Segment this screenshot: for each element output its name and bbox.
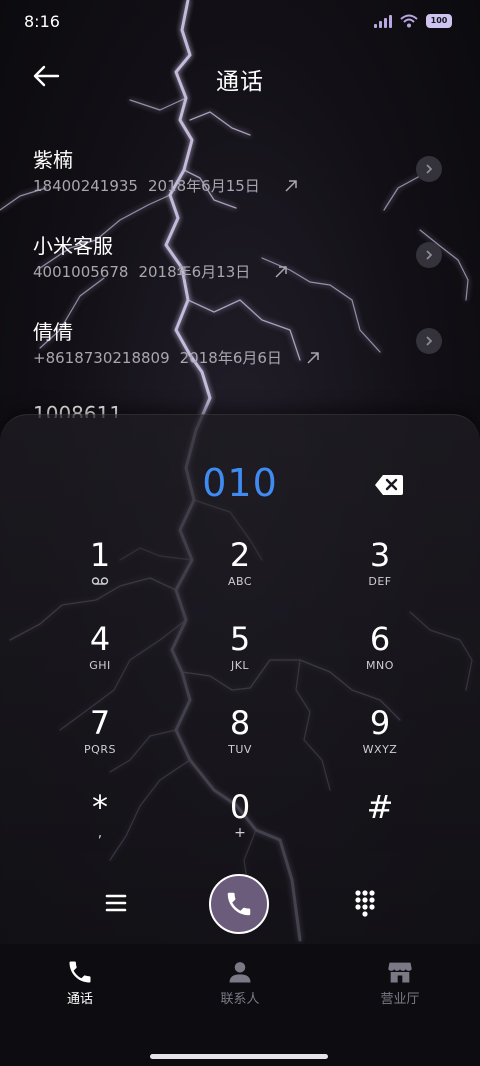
- key-digit: 8: [229, 704, 251, 742]
- key-digit: 0: [229, 788, 251, 826]
- call-button[interactable]: [209, 874, 269, 934]
- chevron-right-icon[interactable]: [416, 328, 442, 354]
- dial-key-star[interactable]: * ,: [40, 787, 160, 863]
- key-letters: JKL: [230, 659, 250, 672]
- tab-contacts[interactable]: 联系人: [160, 944, 320, 1016]
- dial-key-6[interactable]: 6 MNO: [320, 619, 440, 695]
- key-letters: WXYZ: [362, 743, 398, 756]
- key-digit: 5: [229, 620, 251, 658]
- contact-name: 小米客服: [33, 234, 113, 258]
- dial-key-4[interactable]: 4 GHI: [40, 619, 160, 695]
- call-date: 2018年6月6日: [179, 349, 282, 367]
- tab-calls[interactable]: 通话: [0, 944, 160, 1016]
- phone-icon: [227, 892, 251, 916]
- key-digit: 3: [369, 536, 391, 574]
- dialpad-panel: 010 1 2 ABC 3 DEF 4 GHI 5 JKL 6 MNO 7 PQ…: [0, 414, 480, 944]
- signal-icon: [374, 14, 392, 28]
- outgoing-call-icon: [275, 265, 287, 278]
- page-title: 通话: [216, 69, 264, 95]
- dial-key-2[interactable]: 2 ABC: [180, 535, 300, 611]
- phone-icon: [69, 961, 91, 983]
- dial-key-5[interactable]: 5 JKL: [180, 619, 300, 695]
- dial-key-7[interactable]: 7 PQRS: [40, 703, 160, 779]
- key-letters: DEF: [368, 575, 392, 588]
- key-letters: ,: [97, 825, 103, 841]
- key-letters: ABC: [227, 575, 253, 588]
- menu-icon[interactable]: [100, 887, 132, 919]
- status-time: 8:16: [24, 12, 60, 31]
- call-log-item[interactable]: 紫楠 18400241935 2018年6月15日: [0, 130, 480, 216]
- wifi-icon: [400, 14, 418, 28]
- phone-number: 4001005678: [33, 262, 129, 281]
- key-digit: 4: [89, 620, 111, 658]
- dial-key-9[interactable]: 9 WXYZ: [320, 703, 440, 779]
- dial-number-display[interactable]: 010: [0, 461, 480, 505]
- tab-label: 通话: [66, 992, 93, 1007]
- bottom-nav: 通话 联系人 营业厅: [0, 944, 480, 1016]
- key-digit: 1: [89, 536, 111, 574]
- battery-icon: 100: [426, 14, 452, 28]
- header: 通话: [0, 52, 480, 100]
- call-log-item[interactable]: 小米客服 4001005678 2018年6月13日: [0, 216, 480, 302]
- key-digit: 9: [369, 704, 391, 742]
- call-detail: 4001005678 2018年6月13日: [33, 261, 288, 282]
- dial-key-3[interactable]: 3 DEF: [320, 535, 440, 611]
- tab-label: 联系人: [220, 992, 260, 1007]
- key-letters: +: [234, 825, 246, 841]
- contact-name: 紫楠: [33, 148, 73, 172]
- home-indicator[interactable]: [150, 1054, 328, 1059]
- gesture-bar-area: [0, 1016, 480, 1066]
- phone-number: +8618730218809: [33, 348, 170, 367]
- contact-name: 倩倩: [33, 320, 73, 344]
- dial-key-1[interactable]: 1: [40, 535, 160, 611]
- call-date: 2018年6月15日: [147, 177, 260, 195]
- status-icons: 100: [374, 14, 452, 28]
- call-detail: +8618730218809 2018年6月6日: [33, 347, 320, 368]
- call-log-item[interactable]: 倩倩 +8618730218809 2018年6月6日: [0, 302, 480, 388]
- key-digit: *: [92, 788, 108, 826]
- person-icon: [229, 962, 251, 983]
- outgoing-call-icon: [285, 179, 297, 192]
- call-log-list: 紫楠 18400241935 2018年6月15日 小米客服 400100567…: [0, 130, 480, 418]
- key-digit: #: [366, 788, 394, 826]
- voicemail-icon: [91, 577, 109, 585]
- chevron-right-icon[interactable]: [416, 242, 442, 268]
- store-icon: [388, 962, 412, 983]
- phone-number: 18400241935: [33, 176, 138, 195]
- dial-key-8[interactable]: 8 TUV: [180, 703, 300, 779]
- key-letters: MNO: [366, 659, 394, 672]
- keypad-icon[interactable]: [352, 889, 378, 917]
- key-letters: PQRS: [84, 743, 116, 756]
- battery-level: 100: [430, 16, 448, 25]
- key-letters: GHI: [89, 659, 111, 672]
- key-letters: TUV: [228, 743, 252, 756]
- call-detail: 18400241935 2018年6月15日: [33, 175, 298, 196]
- dial-key-hash[interactable]: #: [320, 787, 440, 863]
- dial-key-0[interactable]: 0 +: [180, 787, 300, 863]
- status-bar: 8:16 100: [0, 0, 480, 44]
- tab-label: 营业厅: [380, 992, 420, 1007]
- key-digit: 2: [229, 536, 251, 574]
- call-date: 2018年6月13日: [138, 263, 251, 281]
- backspace-icon[interactable]: [374, 474, 404, 496]
- tab-service-hall[interactable]: 营业厅: [320, 944, 480, 1016]
- key-digit: 7: [89, 704, 111, 742]
- chevron-right-icon[interactable]: [416, 156, 442, 182]
- outgoing-call-icon: [307, 351, 319, 364]
- key-digit: 6: [369, 620, 391, 658]
